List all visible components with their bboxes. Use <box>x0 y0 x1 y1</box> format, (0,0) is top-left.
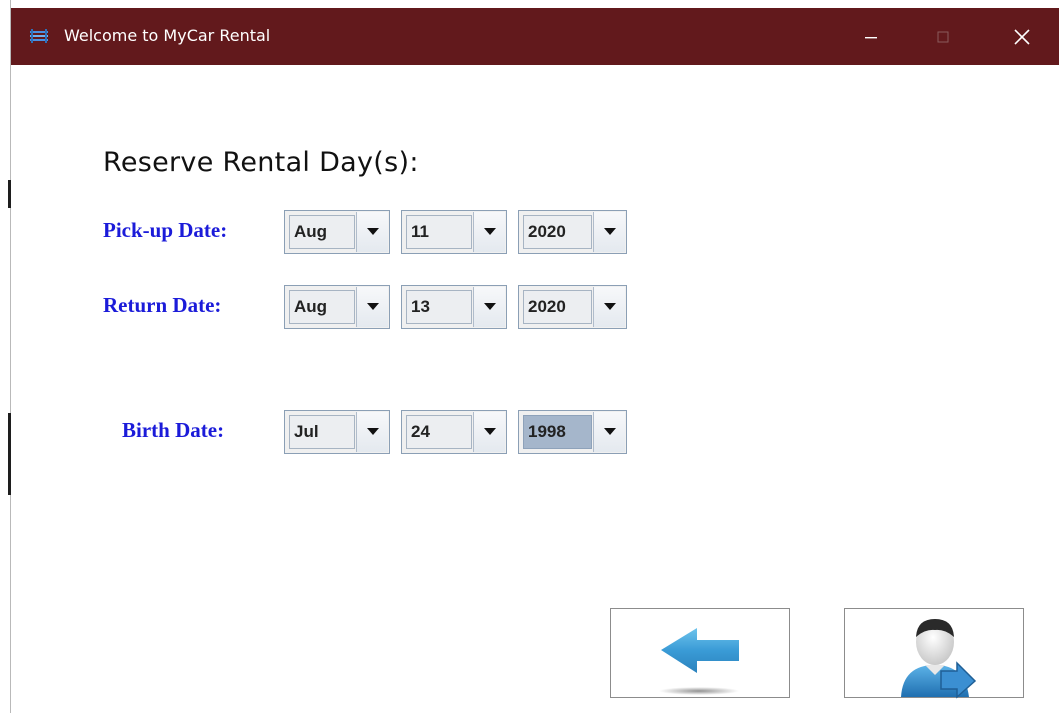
background-strip <box>0 0 11 713</box>
dropdown-arrow-button[interactable] <box>356 412 388 452</box>
close-button[interactable] <box>994 8 1050 65</box>
return-year-select[interactable]: 2020 <box>518 285 627 329</box>
birth-year-select[interactable]: 1998 <box>518 410 627 454</box>
birth-year-value: 1998 <box>523 415 592 449</box>
dropdown-arrow-button[interactable] <box>356 287 388 327</box>
return-month-select[interactable]: Aug <box>284 285 390 329</box>
return-month-value: Aug <box>289 290 355 324</box>
title-bar[interactable]: Welcome to MyCar Rental <box>11 8 1059 65</box>
chevron-down-icon <box>603 428 616 435</box>
chevron-down-icon <box>366 303 379 310</box>
pickup-year-select[interactable]: 2020 <box>518 210 627 254</box>
return-year-value: 2020 <box>523 290 592 324</box>
birth-month-select[interactable]: Jul <box>284 410 390 454</box>
dropdown-arrow-button[interactable] <box>593 212 625 252</box>
pickup-day-value: 11 <box>406 215 472 249</box>
dropdown-arrow-button[interactable] <box>356 212 388 252</box>
dropdown-arrow-button[interactable] <box>473 287 505 327</box>
dropdown-arrow-button[interactable] <box>593 412 625 452</box>
pickup-month-select[interactable]: Aug <box>284 210 390 254</box>
birth-day-select[interactable]: 24 <box>401 410 507 454</box>
chevron-down-icon <box>483 303 496 310</box>
birth-month-value: Jul <box>289 415 355 449</box>
app-icon <box>29 28 49 44</box>
return-day-value: 13 <box>406 290 472 324</box>
chevron-down-icon <box>483 428 496 435</box>
birth-date-label: Birth Date: <box>122 418 225 442</box>
minimize-icon <box>865 36 877 38</box>
pickup-month-value: Aug <box>289 215 355 249</box>
pickup-day-select[interactable]: 11 <box>401 210 507 254</box>
dropdown-arrow-button[interactable] <box>593 287 625 327</box>
return-day-select[interactable]: 13 <box>401 285 507 329</box>
user-arrow-icon <box>901 619 977 699</box>
maximize-button[interactable] <box>915 8 971 65</box>
window-title: Welcome to MyCar Rental <box>64 26 271 45</box>
pickup-date-label: Pick-up Date: <box>103 218 228 242</box>
maximize-icon <box>937 31 949 42</box>
chevron-down-icon <box>603 228 616 235</box>
return-date-label: Return Date: <box>103 293 222 317</box>
chevron-down-icon <box>603 303 616 310</box>
chevron-down-icon <box>483 228 496 235</box>
back-button[interactable] <box>610 608 790 698</box>
chevron-down-icon <box>366 428 379 435</box>
dropdown-arrow-button[interactable] <box>473 412 505 452</box>
close-icon <box>1014 28 1030 45</box>
dropdown-arrow-button[interactable] <box>473 212 505 252</box>
next-button[interactable] <box>844 608 1024 699</box>
left-arrow-icon <box>659 628 739 695</box>
minimize-button[interactable] <box>843 8 899 65</box>
page-heading: Reserve Rental Day(s): <box>103 147 419 178</box>
app-window: Welcome to MyCar Rental Reserve Rental D… <box>11 8 1059 713</box>
birth-day-value: 24 <box>406 415 472 449</box>
chevron-down-icon <box>366 228 379 235</box>
pickup-year-value: 2020 <box>523 215 592 249</box>
